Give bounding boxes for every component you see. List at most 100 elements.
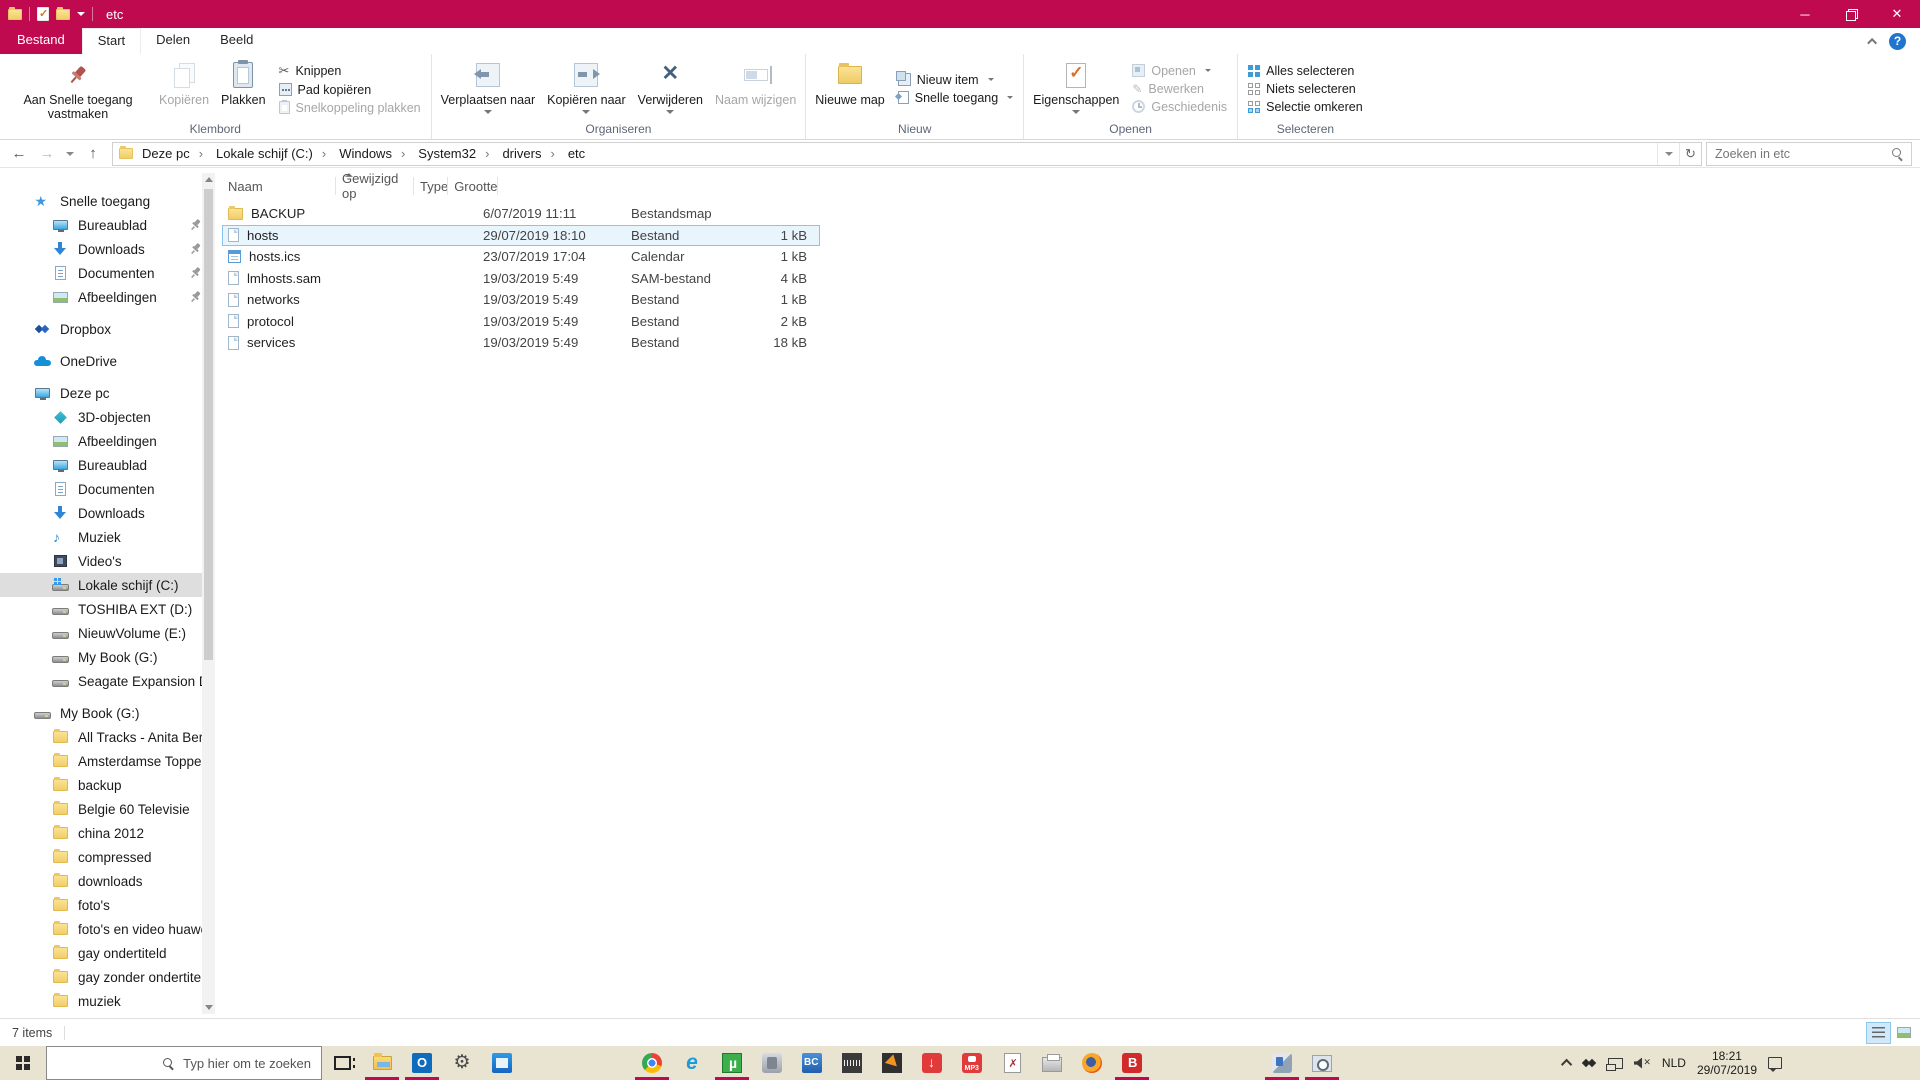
- open-button[interactable]: Openen: [1132, 64, 1227, 78]
- youtube-mp3-button[interactable]: [952, 1046, 992, 1080]
- printer-app-button[interactable]: [1032, 1046, 1072, 1080]
- chrome-button[interactable]: [632, 1046, 672, 1080]
- forward-button[interactable]: →: [34, 142, 60, 166]
- sidebar-item-folder[interactable]: gay ondertiteld: [0, 941, 215, 965]
- file-row[interactable]: lmhosts.sam 19/03/2019 5:49 SAM-bestand …: [222, 268, 820, 290]
- quick-access-button[interactable]: Snelle toegang: [898, 91, 1013, 105]
- sidebar-item-folder[interactable]: foto's: [0, 893, 215, 917]
- sidebar-item-3d-objects[interactable]: 3D-objecten: [0, 405, 215, 429]
- invert-selection-button[interactable]: Selectie omkeren: [1248, 100, 1363, 114]
- select-all-button[interactable]: Alles selecteren: [1248, 64, 1363, 78]
- copy-button[interactable]: Kopiëren: [153, 56, 215, 121]
- thumbnails-view-button[interactable]: [1891, 1022, 1916, 1044]
- clock[interactable]: 18:21 29/07/2019: [1697, 1049, 1757, 1077]
- sidebar-item-seagate-drive[interactable]: Seagate Expansion Drive (: [0, 669, 215, 693]
- scrollbar-thumb[interactable]: [204, 189, 213, 660]
- outlook-button[interactable]: [402, 1046, 442, 1080]
- qat-customize-caret-icon[interactable]: [77, 12, 85, 16]
- screen-viewer-button[interactable]: [1302, 1046, 1342, 1080]
- column-header[interactable]: Naam: [222, 173, 336, 199]
- properties-button[interactable]: Eigenschappen: [1027, 56, 1125, 121]
- breadcrumb-item[interactable]: Deze pc: [133, 143, 207, 165]
- address-bar[interactable]: Deze pcLokale schijf (C:)WindowsSystem32…: [112, 142, 1702, 166]
- tab-delen[interactable]: Delen: [141, 28, 205, 54]
- address-dropdown-button[interactable]: [1657, 143, 1679, 165]
- sidebar-item-quick-access[interactable]: Snelle toegang: [0, 189, 215, 213]
- tab-start[interactable]: Start: [82, 28, 141, 54]
- new-item-button[interactable]: Nieuw item: [898, 73, 1013, 87]
- scroll-down-icon[interactable]: [205, 1005, 213, 1010]
- cut-button[interactable]: Knippen: [279, 63, 421, 79]
- task-view-button[interactable]: [322, 1046, 362, 1080]
- file-row[interactable]: BACKUP 6/07/2019 11:11 Bestandsmap: [222, 203, 820, 225]
- refresh-button[interactable]: ↻: [1679, 143, 1701, 165]
- grey-app-button[interactable]: [752, 1046, 792, 1080]
- paste-button[interactable]: Plakken: [215, 56, 271, 121]
- sidebar-item-onedrive[interactable]: OneDrive: [0, 349, 215, 373]
- file-row[interactable]: networks 19/03/2019 5:49 Bestand 1 kB: [222, 289, 820, 311]
- back-button[interactable]: ←: [6, 142, 32, 166]
- search-input[interactable]: Zoeken in etc: [1706, 142, 1912, 166]
- sidebar-item-desktop-pc[interactable]: Bureaublad: [0, 453, 215, 477]
- taskbar-spacer[interactable]: [1152, 1046, 1262, 1080]
- sidebar-item-this-pc[interactable]: Deze pc: [0, 381, 215, 405]
- delete-button[interactable]: Verwijderen: [632, 56, 709, 121]
- history-button[interactable]: Geschiedenis: [1132, 100, 1227, 114]
- edit-button[interactable]: Bewerken: [1132, 82, 1227, 96]
- taskbar-search-input[interactable]: Typ hier om te zoeken: [46, 1046, 322, 1080]
- sidebar-item-folder[interactable]: Belgie 60 Televisie: [0, 797, 215, 821]
- select-none-button[interactable]: Niets selecteren: [1248, 82, 1363, 96]
- new-folder-button[interactable]: Nieuwe map: [809, 56, 890, 121]
- sidebar-item-toshiba-ext-d[interactable]: TOSHIBA EXT (D:): [0, 597, 215, 621]
- b-app-button[interactable]: [1112, 1046, 1152, 1080]
- breadcrumb-item[interactable]: System32: [409, 143, 493, 165]
- file-row[interactable]: protocol 19/03/2019 5:49 Bestand 2 kB: [222, 311, 820, 333]
- sidebar-item-folder[interactable]: muziek: [0, 989, 215, 1013]
- blue-app-button[interactable]: [482, 1046, 522, 1080]
- sidebar-item-folder[interactable]: Amsterdamse Toppers Van: [0, 749, 215, 773]
- sidebar-item-nieuwvolume-e[interactable]: NieuwVolume (E:): [0, 621, 215, 645]
- taskbar-spacer[interactable]: [522, 1046, 632, 1080]
- sidebar-item-videos[interactable]: Video's: [0, 549, 215, 573]
- sidebar-item-folder[interactable]: gay zonder ondertitel: [0, 965, 215, 989]
- column-header[interactable]: Gewijzigd op: [336, 173, 414, 199]
- recent-locations-button[interactable]: [62, 142, 78, 166]
- document-converter-button[interactable]: [992, 1046, 1032, 1080]
- utorrent-button[interactable]: [712, 1046, 752, 1080]
- sidebar-item-documents[interactable]: Documenten: [0, 261, 215, 285]
- dropbox-tray-icon[interactable]: [1583, 1058, 1597, 1069]
- up-button[interactable]: ↑: [80, 142, 106, 166]
- sidebar-item-pictures-pc[interactable]: Afbeeldingen: [0, 429, 215, 453]
- help-icon[interactable]: ?: [1889, 33, 1906, 50]
- breadcrumb-item[interactable]: etc: [559, 143, 589, 165]
- column-header[interactable]: Type: [414, 173, 448, 199]
- restore-button[interactable]: [1828, 0, 1874, 28]
- download-accelerator-button[interactable]: [872, 1046, 912, 1080]
- network-icon[interactable]: [1608, 1058, 1623, 1069]
- settings-button[interactable]: [442, 1046, 482, 1080]
- details-view-button[interactable]: [1866, 1022, 1891, 1044]
- sidebar-item-folder[interactable]: All Tracks - Anita Berry: [0, 725, 215, 749]
- copy-to-button[interactable]: Kopiëren naar: [541, 56, 632, 121]
- sidebar-item-local-disk-c[interactable]: Lokale schijf (C:): [0, 573, 215, 597]
- sidebar-item-my-book-root[interactable]: My Book (G:): [0, 701, 215, 725]
- language-indicator[interactable]: NLD: [1662, 1056, 1686, 1070]
- breadcrumb-item[interactable]: Lokale schijf (C:): [207, 143, 330, 165]
- tab-beeld[interactable]: Beeld: [205, 28, 268, 54]
- sidebar-item-downloads[interactable]: Downloads: [0, 237, 215, 261]
- bitcomet-button[interactable]: [792, 1046, 832, 1080]
- action-center-icon[interactable]: [1768, 1057, 1782, 1069]
- new-folder-qat-icon[interactable]: [56, 9, 70, 20]
- sidebar-item-music[interactable]: Muziek: [0, 525, 215, 549]
- file-row[interactable]: hosts.ics 23/07/2019 17:04 Calendar 1 kB: [222, 246, 820, 268]
- sidebar-item-downloads-pc[interactable]: Downloads: [0, 501, 215, 525]
- close-button[interactable]: ✕: [1874, 0, 1920, 28]
- sidebar-item-folder[interactable]: backup: [0, 773, 215, 797]
- rename-button[interactable]: Naam wijzigen: [709, 56, 802, 121]
- sidebar-item-folder[interactable]: foto's en video huawei: [0, 917, 215, 941]
- sidebar-item-pictures[interactable]: Afbeeldingen: [0, 285, 215, 309]
- file-explorer-button[interactable]: [362, 1046, 402, 1080]
- scroll-up-icon[interactable]: [205, 177, 213, 182]
- move-to-button[interactable]: Verplaatsen naar: [435, 56, 542, 121]
- sidebar-item-my-book-g[interactable]: My Book (G:): [0, 645, 215, 669]
